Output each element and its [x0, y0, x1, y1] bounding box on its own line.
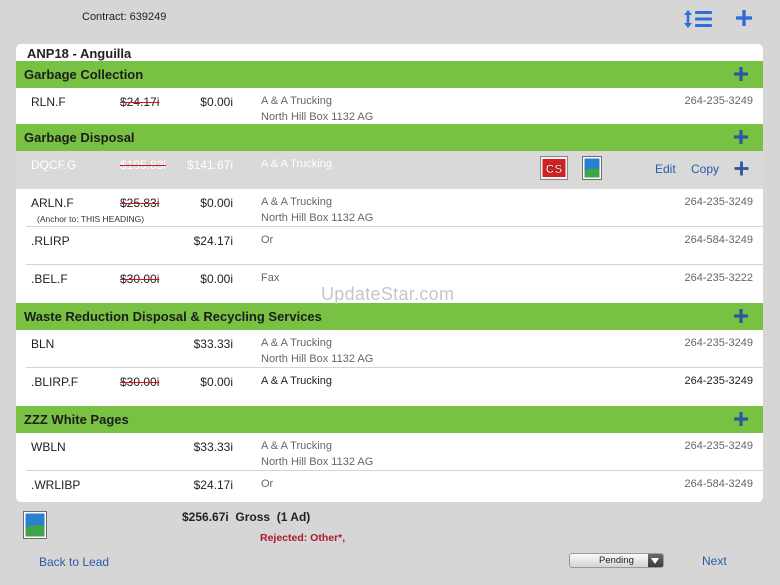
- sort-list-icon[interactable]: [683, 9, 713, 29]
- listing-row[interactable]: RLN.F $24.17i $0.00i A & A Trucking Nort…: [16, 88, 763, 124]
- add-listing-icon[interactable]: [733, 66, 749, 82]
- listing-row[interactable]: .RLIRP $24.17i Or 264-584-3249: [16, 227, 763, 265]
- contract-number: Contract: 639249: [82, 11, 167, 23]
- business-name: A & A Trucking: [261, 196, 332, 208]
- heading-label: Garbage Disposal: [24, 130, 135, 145]
- listing-code: DQCF.G: [31, 158, 77, 172]
- listing-code: .WRLIBP: [31, 478, 81, 492]
- business-name: A & A Trucking: [261, 95, 332, 107]
- heading-label: Waste Reduction Disposal & Recycling Ser…: [24, 309, 322, 324]
- listing-code: ARLN.F: [31, 196, 74, 210]
- old-price: $30.00i: [120, 272, 160, 286]
- listing-code: .BEL.F: [31, 272, 68, 286]
- copy-link[interactable]: Copy: [691, 162, 719, 176]
- listing-row[interactable]: WBLN $33.33i A & A Trucking North Hill B…: [16, 433, 763, 471]
- price: $0.00i: [200, 95, 233, 109]
- old-price: $24.17i: [120, 95, 160, 109]
- price: $24.17i: [193, 478, 233, 492]
- phone-number: 264-235-3249: [684, 440, 753, 452]
- phone-number: 264-235-3249: [684, 95, 753, 107]
- business-address: North Hill Box 1132 AG: [261, 111, 374, 123]
- chevron-down-icon[interactable]: [648, 554, 663, 567]
- listing-panel: ANP18 - Anguilla Garbage Collection RLN.…: [16, 44, 763, 502]
- price: $0.00i: [200, 196, 233, 210]
- phone-number: 264-235-3222: [684, 272, 753, 284]
- rejected-status: Rejected: Other*,: [260, 532, 346, 544]
- watermark: UpdateStar.com: [321, 284, 455, 304]
- add-listing-icon[interactable]: [733, 129, 749, 145]
- cs-icon-label: CS: [546, 162, 563, 176]
- gross-total: $256.67i Gross (1 Ad): [182, 510, 311, 524]
- add-row-icon[interactable]: [734, 161, 749, 176]
- listing-code: .RLIRP: [31, 234, 70, 248]
- old-price: $195.83i: [120, 158, 167, 172]
- heading-garbage-collection[interactable]: Garbage Collection: [16, 61, 763, 88]
- heading-label: Garbage Collection: [24, 67, 144, 82]
- business-name: Or: [261, 478, 274, 490]
- price: $0.00i: [200, 375, 233, 389]
- business-name: Fax: [261, 272, 280, 284]
- price: $33.33i: [193, 440, 233, 454]
- add-listing-icon[interactable]: [733, 411, 749, 427]
- business-address: North Hill Box 1132 AG: [261, 212, 374, 224]
- business-name: A & A Trucking: [261, 337, 332, 349]
- directory-title: ANP18 - Anguilla: [27, 46, 132, 61]
- price: $33.33i: [193, 337, 233, 351]
- add-listing-icon[interactable]: [733, 308, 749, 324]
- business-name: Or: [261, 234, 274, 246]
- heading-white-pages[interactable]: ZZZ White Pages: [16, 406, 763, 433]
- listing-row[interactable]: BLN $33.33i A & A Trucking North Hill Bo…: [16, 330, 763, 368]
- heading-waste-reduction[interactable]: Waste Reduction Disposal & Recycling Ser…: [16, 303, 763, 330]
- price: $24.17i: [193, 234, 233, 248]
- listing-code: RLN.F: [31, 95, 66, 109]
- price: $0.00i: [200, 272, 233, 286]
- phone-number: 264-235-3249: [684, 337, 753, 349]
- listing-code: .BLIRP.F: [31, 375, 79, 389]
- phone-number: 264-235-3249: [684, 196, 753, 208]
- listing-row-selected[interactable]: DQCF.G $195.83i $141.67i A & A Trucking …: [16, 151, 763, 189]
- anchor-note: (Anchor to: THIS HEADING): [37, 214, 145, 224]
- back-to-lead-link[interactable]: Back to Lead: [39, 555, 109, 569]
- top-bar: Contract: 639249: [0, 0, 780, 40]
- old-price: $25.83i: [120, 196, 160, 210]
- business-name: A & A Trucking: [261, 158, 332, 170]
- old-price: $30.00i: [120, 375, 160, 389]
- next-link[interactable]: Next: [702, 554, 727, 568]
- business-address: North Hill Box 1132 AG: [261, 456, 374, 468]
- listing-code: WBLN: [31, 440, 66, 454]
- business-name: A & A Trucking: [261, 375, 332, 387]
- listing-row[interactable]: ARLN.F $25.83i $0.00i (Anchor to: THIS H…: [16, 189, 763, 227]
- phone-number: 264-235-3249: [684, 375, 753, 387]
- edit-link[interactable]: Edit: [655, 162, 676, 176]
- document-icon[interactable]: [23, 511, 47, 539]
- listing-code: BLN: [31, 337, 55, 351]
- plus-icon[interactable]: [735, 9, 753, 27]
- document-icon[interactable]: [582, 156, 602, 180]
- heading-garbage-disposal[interactable]: Garbage Disposal: [16, 124, 763, 151]
- business-address: North Hill Box 1132 AG: [261, 353, 374, 365]
- status-value: Pending: [599, 555, 634, 566]
- status-dropdown[interactable]: Pending: [569, 553, 664, 568]
- phone-number: 264-584-3249: [684, 234, 753, 246]
- price: $141.67i: [186, 158, 233, 172]
- cs-icon[interactable]: CS: [540, 156, 568, 180]
- heading-label: ZZZ White Pages: [24, 412, 129, 427]
- listing-row[interactable]: .BLIRP.F $30.00i $0.00i A & A Trucking 2…: [16, 368, 763, 406]
- phone-number: 264-584-3249: [684, 478, 753, 490]
- listing-row[interactable]: .WRLIBP $24.17i Or 264-584-3249: [16, 471, 763, 502]
- business-name: A & A Trucking: [261, 440, 332, 452]
